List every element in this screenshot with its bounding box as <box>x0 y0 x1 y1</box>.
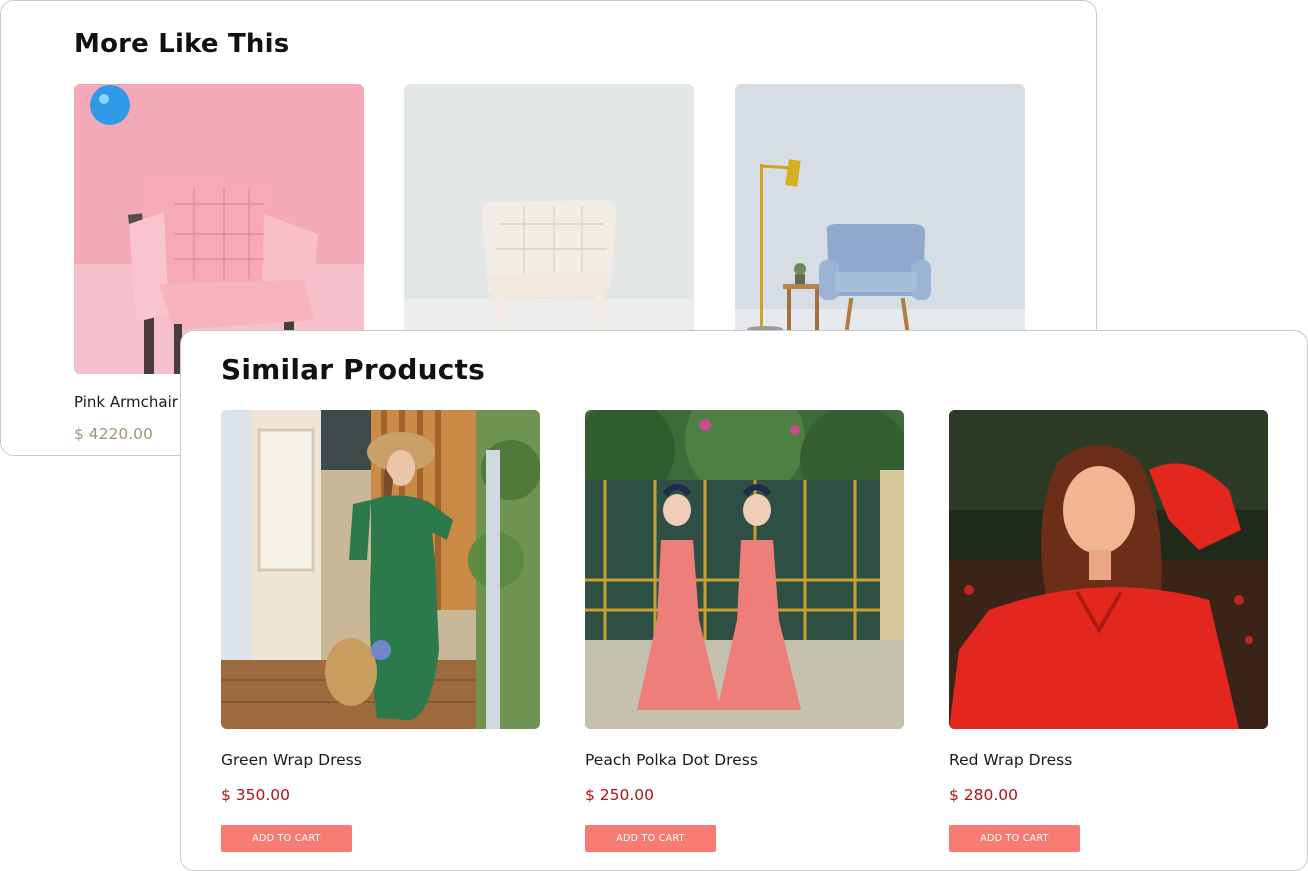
red-dress-image[interactable] <box>949 410 1268 729</box>
add-to-cart-button[interactable]: ADD TO CART <box>221 825 352 852</box>
green-dress-image[interactable] <box>221 410 540 729</box>
more-like-this-title: More Like This <box>74 29 290 59</box>
product-name[interactable]: Pink Armchair <box>74 393 178 411</box>
product-price: $ 250.00 <box>585 786 655 804</box>
product-price: $ 4220.00 <box>74 425 153 443</box>
product-name[interactable]: Green Wrap Dress <box>221 751 362 769</box>
product-name[interactable]: Peach Polka Dot Dress <box>585 751 758 769</box>
product-price: $ 280.00 <box>949 786 1019 804</box>
similar-products-title: Similar Products <box>221 353 485 386</box>
product-price: $ 350.00 <box>221 786 291 804</box>
product-name[interactable]: Red Wrap Dress <box>949 751 1072 769</box>
similar-products-panel: Similar Products Green Wrap Dress $ 350.… <box>180 330 1308 871</box>
peach-dress-image[interactable] <box>585 410 904 729</box>
add-to-cart-button[interactable]: ADD TO CART <box>949 825 1080 852</box>
add-to-cart-button[interactable]: ADD TO CART <box>585 825 716 852</box>
